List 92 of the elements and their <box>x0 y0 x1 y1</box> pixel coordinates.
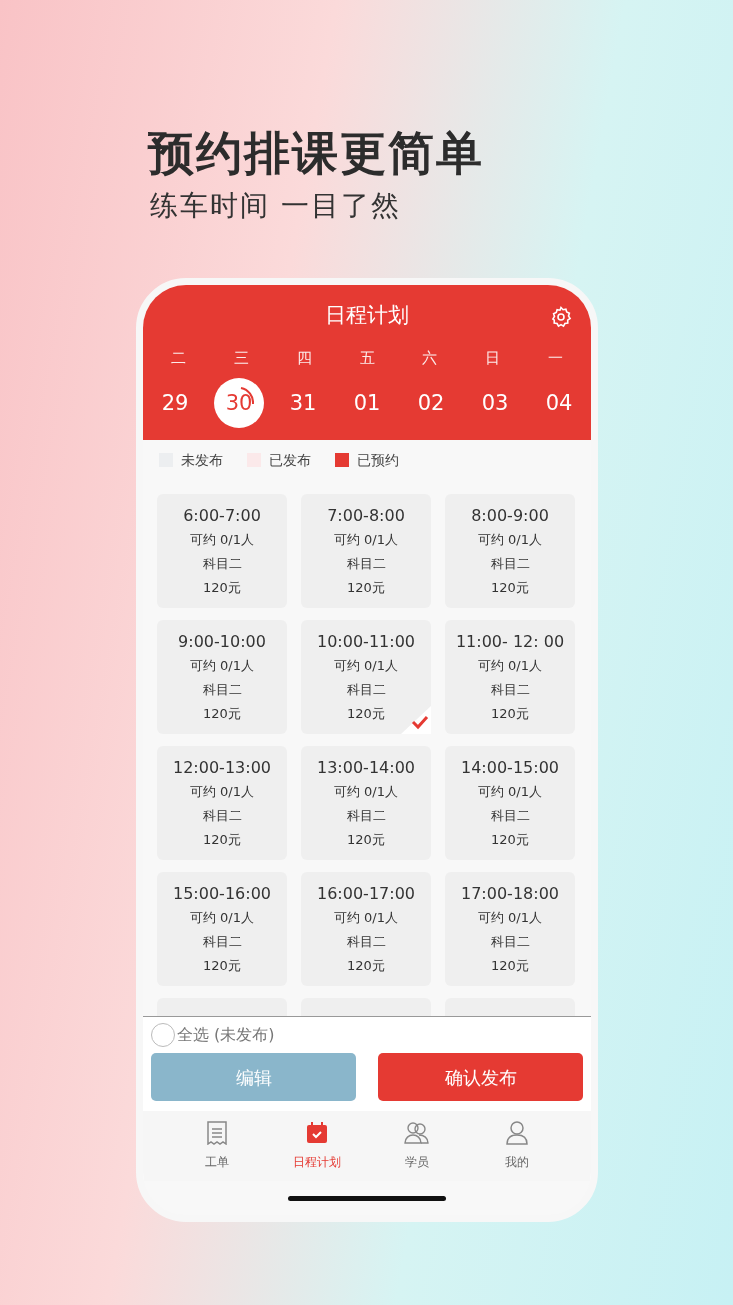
slot-capacity: 可约 0/1人 <box>477 909 543 928</box>
slot-price: 120元 <box>203 705 241 724</box>
receipt-icon <box>206 1121 228 1146</box>
weekday-label: 六 <box>421 348 439 370</box>
time-slot-card[interactable]: 13:00-14:00 可约 0/1人 科目二 120元 <box>301 746 431 861</box>
weekday-label: 四 <box>295 348 313 370</box>
screen-title: 日程计划 <box>325 302 409 330</box>
date-item[interactable]: 29 <box>150 377 200 428</box>
time-slot-card[interactable]: 10:00-11:00 可约 0/1人 科目二 120元 <box>301 620 431 735</box>
date-item[interactable]: 04 <box>534 377 584 428</box>
slot-subject: 科目二 <box>202 555 242 574</box>
slot-capacity: 可约 0/1人 <box>477 783 543 802</box>
check-icon <box>401 706 431 735</box>
slot-time: 7:00-8:00 <box>327 505 405 528</box>
slot-time: 15:00-16:00 <box>173 883 271 906</box>
time-slot-card[interactable]: 16:00-17:00 可约 0/1人 科目二 120元 <box>301 872 431 987</box>
slot-capacity: 可约 0/1人 <box>333 783 399 802</box>
time-slot-card[interactable]: 9:00-10:00 可约 0/1人 科目二 120元 <box>157 620 287 735</box>
slot-time: 17:00-18:00 <box>461 883 559 906</box>
slot-price: 120元 <box>347 957 385 976</box>
slot-price: 120元 <box>347 579 385 598</box>
slot-capacity: 可约 0/1人 <box>477 531 543 550</box>
slot-subject: 科目二 <box>490 555 530 574</box>
slot-time: 10:00-11:00 <box>317 631 415 654</box>
legend-label: 已发布 <box>269 450 311 470</box>
time-slot-card[interactable]: 14:00-15:00 可约 0/1人 科目二 120元 <box>445 746 575 861</box>
time-slot-card[interactable]: 8:00-9:00 可约 0/1人 科目二 120元 <box>445 494 575 609</box>
slot-price: 120元 <box>491 705 529 724</box>
tab-bar-item[interactable]: 工单 <box>172 1120 262 1173</box>
slot-price: 120元 <box>203 957 241 976</box>
slot-subject: 科目二 <box>490 933 530 952</box>
slot-subject: 科目二 <box>490 681 530 700</box>
settings-icon[interactable] <box>549 305 573 330</box>
time-slot-card[interactable]: 7:00-8:00 可约 0/1人 科目二 120元 <box>301 494 431 609</box>
slot-price: 120元 <box>347 831 385 850</box>
slot-subject: 科目二 <box>202 933 242 952</box>
slot-subject: 科目二 <box>346 555 386 574</box>
headline: 预约排课更简单 <box>146 128 485 179</box>
slot-subject: 科目二 <box>490 807 530 826</box>
weekday-label: 三 <box>232 348 250 370</box>
slot-time: 9:00-10:00 <box>178 631 266 654</box>
time-slot-card[interactable]: 6:00-7:00 可约 0/1人 科目二 120元 <box>157 494 287 609</box>
slot-capacity: 可约 0/1人 <box>189 909 255 928</box>
date-item[interactable]: 03 <box>470 377 520 428</box>
slot-subject: 科目二 <box>202 807 242 826</box>
subheadline: 练车时间 一目了然 <box>149 188 402 223</box>
slot-price: 120元 <box>347 705 385 724</box>
slot-time: 13:00-14:00 <box>317 757 415 780</box>
slot-price: 120元 <box>491 957 529 976</box>
date-item[interactable]: 02 <box>406 377 456 428</box>
slot-time: 8:00-9:00 <box>471 505 549 528</box>
slot-time: 12:00-13:00 <box>173 757 271 780</box>
slot-subject: 科目二 <box>346 807 386 826</box>
date-item[interactable]: 30 <box>214 377 264 428</box>
time-slot-card[interactable]: 15:00-16:00 可约 0/1人 科目二 120元 <box>157 872 287 987</box>
slot-price: 120元 <box>203 579 241 598</box>
slot-time: 16:00-17:00 <box>317 883 415 906</box>
slot-capacity: 可约 0/1人 <box>189 657 255 676</box>
select-all-label: 全选 (未发布) <box>177 1024 275 1047</box>
date-item[interactable]: 01 <box>342 377 392 428</box>
weekday-label: 一 <box>547 348 565 370</box>
publish-button[interactable]: 确认发布 <box>378 1053 583 1102</box>
calendar-icon <box>305 1121 329 1146</box>
person-icon <box>506 1121 528 1146</box>
date-item[interactable]: 31 <box>278 377 328 428</box>
tab-bar-item[interactable]: 我的 <box>472 1120 562 1173</box>
slot-capacity: 可约 0/1人 <box>333 531 399 550</box>
tab-bar-item[interactable]: 日程计划 <box>272 1120 362 1173</box>
slot-subject: 科目二 <box>202 681 242 700</box>
slot-subject: 科目二 <box>346 681 386 700</box>
slot-time: 14:00-15:00 <box>461 757 559 780</box>
weekday-label: 日 <box>484 348 502 370</box>
weekday-label: 二 <box>169 348 187 370</box>
slot-capacity: 可约 0/1人 <box>189 531 255 550</box>
tab-bar-item[interactable]: 学员 <box>372 1120 462 1173</box>
slot-capacity: 可约 0/1人 <box>333 909 399 928</box>
people-icon <box>404 1121 430 1146</box>
slot-price: 120元 <box>203 831 241 850</box>
slot-price: 120元 <box>491 579 529 598</box>
slot-price: 120元 <box>491 831 529 850</box>
slot-capacity: 可约 0/1人 <box>189 783 255 802</box>
legend-label: 未发布 <box>181 450 223 470</box>
time-slot-card[interactable]: 12:00-13:00 可约 0/1人 科目二 120元 <box>157 746 287 861</box>
slot-capacity: 可约 0/1人 <box>477 657 543 676</box>
slot-time: 6:00-7:00 <box>183 505 261 528</box>
legend-label: 已预约 <box>357 450 399 470</box>
slot-time: 11:00- 12: 00 <box>455 631 565 654</box>
slot-subject: 科目二 <box>346 933 386 952</box>
slot-capacity: 可约 0/1人 <box>333 657 399 676</box>
weekday-label: 五 <box>358 348 376 370</box>
time-slot-card[interactable]: 17:00-18:00 可约 0/1人 科目二 120元 <box>445 872 575 987</box>
time-slot-card[interactable]: 11:00- 12: 00 可约 0/1人 科目二 120元 <box>445 620 575 735</box>
